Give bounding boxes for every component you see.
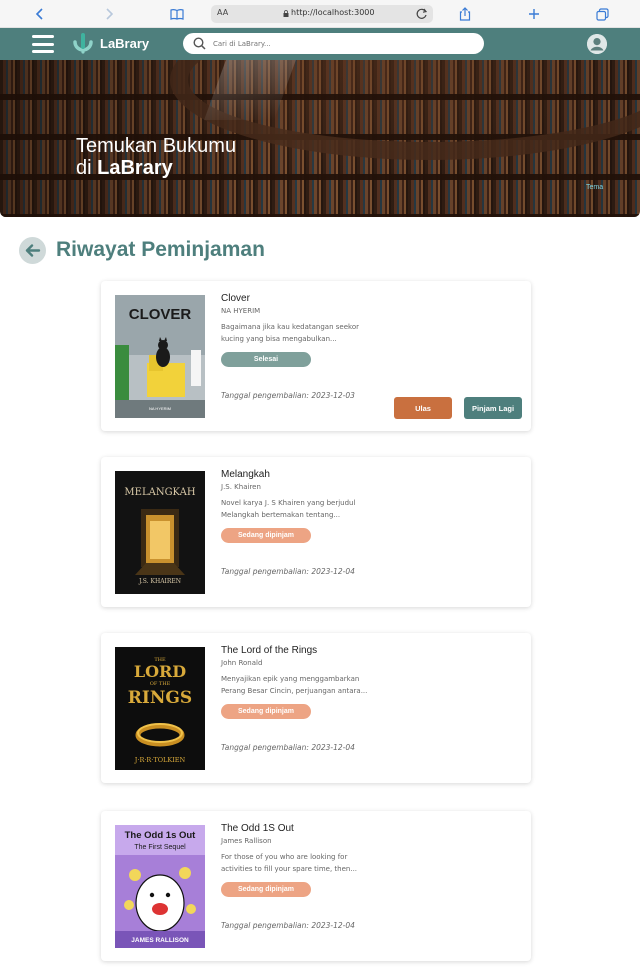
review-button[interactable]: Ulas bbox=[394, 397, 452, 419]
book-description: For those of you who are looking for act… bbox=[221, 851, 391, 875]
book-author: NA HYERIM bbox=[221, 307, 261, 315]
book-cover-odd1sout[interactable]: The Odd 1s Out The First Sequel JAMES RA… bbox=[115, 825, 205, 948]
book-description-line1: For those of you who are looking for bbox=[221, 853, 348, 861]
history-card: MELANGKAH J.S. KHAIREN Melangkah J.S. Kh… bbox=[101, 457, 531, 607]
book-description-line2: kucing yang bisa mengabulkan... bbox=[221, 335, 337, 343]
hero-title-brand: LaBrary bbox=[97, 157, 173, 179]
status-badge: Sedang dipinjam bbox=[221, 528, 311, 543]
book-description-line2: activities to fill your spare time, then… bbox=[221, 865, 358, 873]
cover-author-text: J.S. KHAIREN bbox=[138, 578, 181, 585]
search-bar[interactable] bbox=[183, 33, 484, 54]
return-date: Tanggal pengembalian: 2023-12-04 bbox=[221, 921, 355, 930]
book-description-line2: Perang Besar Cincin, perjuangan antara..… bbox=[221, 687, 368, 695]
cover-text-lord: LORD bbox=[134, 662, 186, 681]
book-description-line2: Melangkah bertemakan tentang... bbox=[221, 511, 341, 519]
history-card: CLOVER NA HYERIM Clover NA HYERIM Bagaim… bbox=[101, 281, 531, 431]
book-description: Bagaimana jika kau kedatangan seekor kuc… bbox=[221, 321, 391, 345]
hero-title-line1: Temukan Bukumu bbox=[76, 135, 237, 157]
bookmarks-icon[interactable] bbox=[168, 5, 186, 23]
book-title[interactable]: Clover bbox=[221, 293, 250, 304]
book-author: J.S. Khairen bbox=[221, 483, 261, 491]
book-cover-lotr[interactable]: THE LORD OF THE RINGS J·R·R·TOLKIEN bbox=[115, 647, 205, 770]
book-description-line1: Bagaimana jika kau kedatangan seekor bbox=[221, 323, 359, 331]
return-date: Tanggal pengembalian: 2023-12-04 bbox=[221, 567, 355, 576]
cover-title-text: MELANGKAH bbox=[124, 487, 195, 498]
book-title[interactable]: The Lord of the Rings bbox=[221, 645, 317, 656]
return-date: Tanggal pengembalian: 2023-12-03 bbox=[221, 391, 355, 400]
book-title[interactable]: The Odd 1S Out bbox=[221, 823, 294, 834]
cover-title-text: The Odd 1s Out bbox=[125, 830, 197, 841]
book-description: Menyajikan epik yang menggambarkan Peran… bbox=[221, 673, 391, 697]
cover-subtitle-text: The First Sequel bbox=[134, 844, 186, 851]
text-size-button[interactable]: AA bbox=[217, 8, 228, 17]
tabs-overview-icon[interactable] bbox=[593, 5, 611, 23]
user-avatar-icon[interactable] bbox=[587, 34, 607, 54]
back-button[interactable] bbox=[19, 237, 46, 264]
browser-toolbar: AA http://localhost:3000 bbox=[0, 0, 640, 28]
search-input[interactable] bbox=[213, 36, 473, 51]
cover-text-of-the: OF THE bbox=[150, 681, 171, 687]
new-tab-icon[interactable] bbox=[525, 5, 543, 23]
hero-title: Temukan Bukumu di LaBrary bbox=[76, 135, 236, 179]
hero-banner: Temukan Bukumu di LaBrary Tema bbox=[0, 60, 640, 217]
page-title: Riwayat Peminjaman bbox=[56, 238, 265, 261]
url-text: http://localhost:3000 bbox=[291, 8, 375, 17]
book-description: Novel karya J. S Khairen yang berjudul M… bbox=[221, 497, 391, 521]
back-chevron-icon[interactable] bbox=[31, 5, 49, 23]
logo-text: LaBrary bbox=[100, 36, 150, 51]
book-author: John Ronald bbox=[221, 659, 263, 667]
borrow-again-button[interactable]: Pinjam Lagi bbox=[464, 397, 522, 419]
menu-icon[interactable] bbox=[32, 35, 54, 53]
history-card: THE LORD OF THE RINGS J·R·R·TOLKIEN The … bbox=[101, 633, 531, 783]
book-title[interactable]: Melangkah bbox=[221, 469, 270, 480]
status-badge: Selesai bbox=[221, 352, 311, 367]
forward-chevron-icon[interactable] bbox=[100, 5, 118, 23]
status-badge: Sedang dipinjam bbox=[221, 882, 311, 897]
cover-text-rings: RINGS bbox=[128, 688, 192, 708]
logo-icon bbox=[73, 33, 93, 54]
cover-author-text: NA HYERIM bbox=[149, 406, 171, 411]
book-cover-clover[interactable]: CLOVER NA HYERIM bbox=[115, 295, 205, 418]
address-bar[interactable]: AA http://localhost:3000 bbox=[211, 5, 433, 23]
navbar: LaBrary bbox=[0, 28, 640, 60]
hero-sign-text: Tema bbox=[586, 184, 604, 191]
reload-icon[interactable] bbox=[415, 7, 429, 21]
book-cover-melangkah[interactable]: MELANGKAH J.S. KHAIREN bbox=[115, 471, 205, 594]
hero-title-prefix: di bbox=[76, 157, 98, 179]
cover-author-text: J·R·R·TOLKIEN bbox=[134, 756, 186, 764]
book-description-line1: Menyajikan epik yang menggambarkan bbox=[221, 675, 360, 683]
share-icon[interactable] bbox=[456, 5, 474, 23]
cover-title-text: CLOVER bbox=[129, 306, 192, 323]
cover-author-text: JAMES RALLISON bbox=[131, 937, 189, 944]
history-card: The Odd 1s Out The First Sequel JAMES RA… bbox=[101, 811, 531, 961]
status-badge: Sedang dipinjam bbox=[221, 704, 311, 719]
search-icon bbox=[193, 37, 206, 50]
book-description-line1: Novel karya J. S Khairen yang berjudul bbox=[221, 499, 356, 507]
return-date: Tanggal pengembalian: 2023-12-04 bbox=[221, 743, 355, 752]
hero-title-line2: di LaBrary bbox=[76, 157, 236, 179]
lock-icon bbox=[283, 10, 289, 17]
book-author: James Rallison bbox=[221, 837, 272, 845]
arrow-left-icon bbox=[25, 244, 41, 257]
